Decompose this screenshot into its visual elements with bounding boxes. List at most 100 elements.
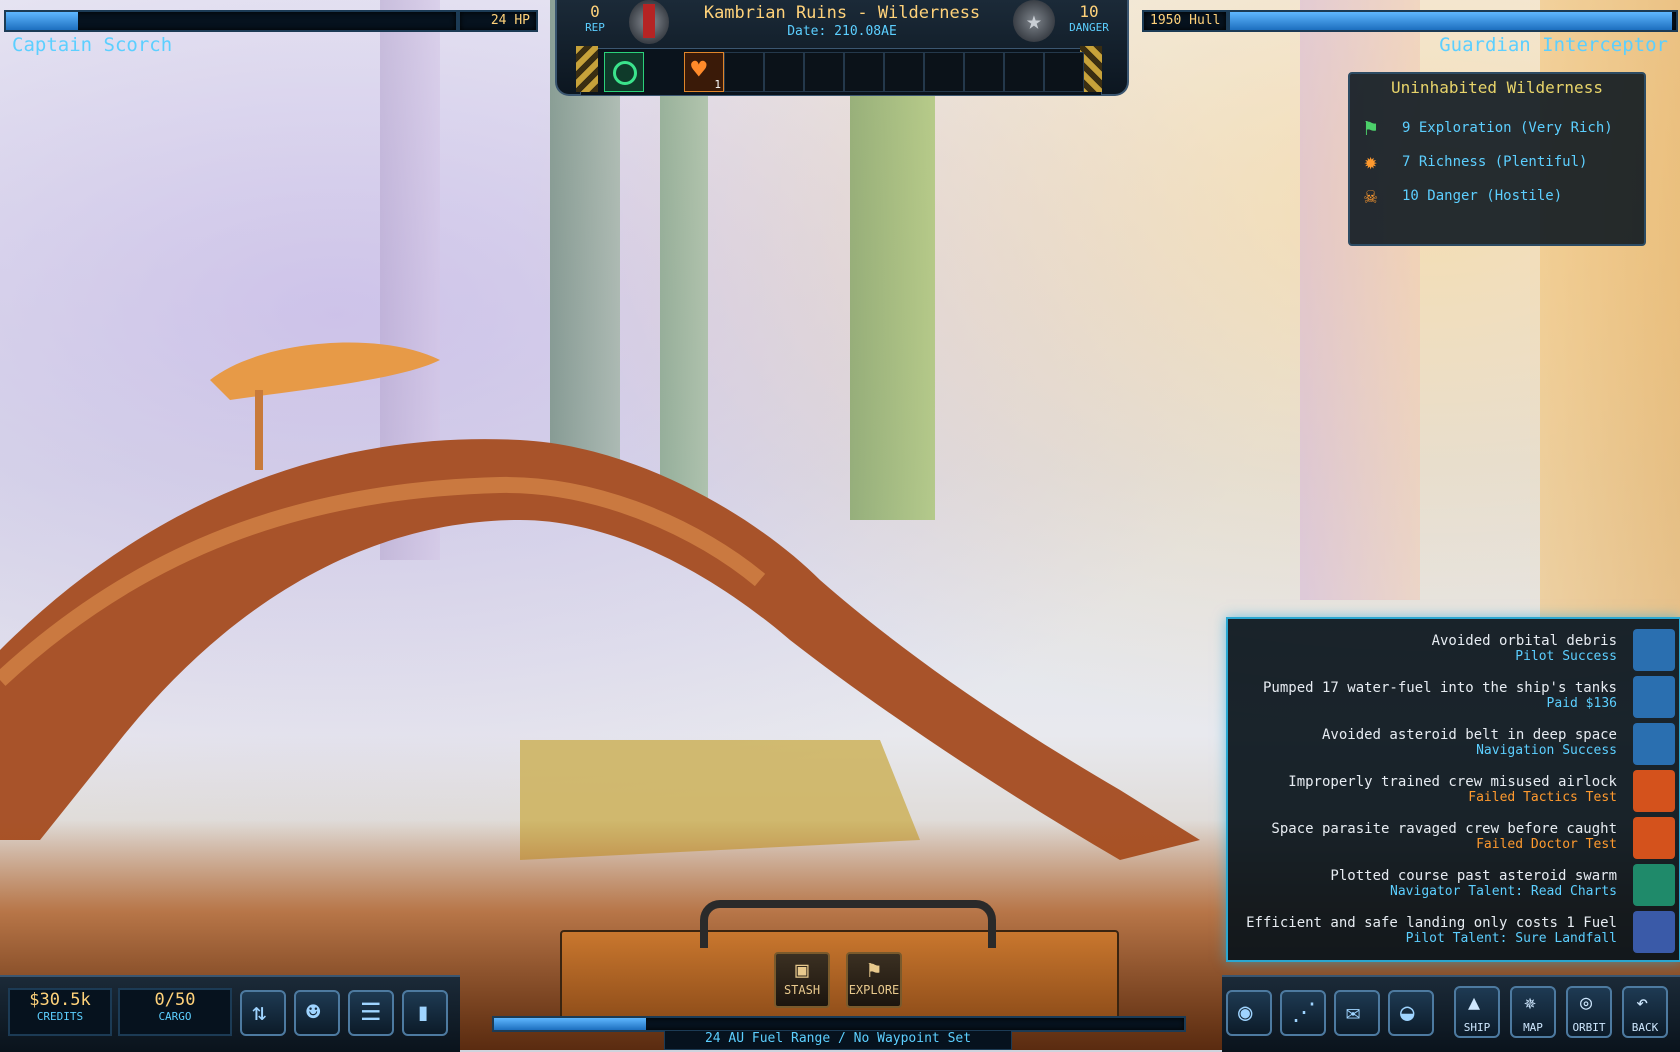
event-log[interactable]: Avoided orbital debris Pilot Success Pum… [1226, 617, 1680, 962]
danger-star-icon: ★ [1013, 0, 1055, 42]
rep-label: REP [585, 21, 605, 34]
ship-name: Guardian Interceptor [1439, 34, 1668, 56]
globe-icon: ◉ [1238, 998, 1253, 1026]
explore-button[interactable]: ⚑ EXPLORE [846, 952, 902, 1008]
fallen-tree [0, 342, 1200, 860]
stash-button[interactable]: ▣ STASH [774, 952, 830, 1008]
info-text: 9 Exploration (Very Rich) [1402, 120, 1613, 136]
rep-value: 0 [590, 2, 600, 21]
comms-button[interactable]: ☰ [348, 990, 394, 1036]
ship-button[interactable]: ▲ SHIP [1454, 986, 1500, 1038]
log-title: Space parasite ravaged crew before caugh… [1271, 821, 1617, 837]
back-button[interactable]: ↶ BACK [1622, 986, 1668, 1038]
empty-slot[interactable] [804, 52, 844, 92]
empty-slot[interactable] [1044, 52, 1084, 92]
credits-box: $30.5k CREDITS [8, 988, 112, 1036]
info-text: 10 Danger (Hostile) [1402, 188, 1563, 204]
credits-value: $30.5k [29, 990, 91, 1010]
skills-button[interactable]: ⋰ [1280, 990, 1326, 1036]
log-entry: Space parasite ravaged crew before caugh… [1271, 821, 1617, 852]
log-title: Improperly trained crew misused airlock [1288, 774, 1617, 790]
exploration-flag-icon: ⚑ [1364, 116, 1378, 141]
explore-flag-icon: ⚑ [867, 958, 881, 983]
helmet-icon: ◒ [1400, 998, 1415, 1026]
planet-button[interactable]: ◉ [1226, 990, 1272, 1036]
slot-bracket-left [576, 46, 598, 92]
location-title: Kambrian Ruins - Wilderness [703, 3, 981, 23]
stash-label: STASH [783, 983, 821, 997]
effect-count: 1 [714, 78, 721, 91]
empty-slot[interactable] [884, 52, 924, 92]
captain-name: Captain Scorch [12, 34, 173, 56]
empty-slot[interactable] [844, 52, 884, 92]
danger-skull-icon: ☠ [1364, 184, 1378, 209]
explore-label: EXPLORE [848, 983, 900, 997]
chest-icon: ▣ [795, 958, 809, 983]
log-entry: Plotted course past asteroid swarm Navig… [1330, 868, 1617, 899]
hp-bar [4, 10, 458, 32]
map-button[interactable]: ✵ MAP [1510, 986, 1556, 1038]
status-effect-scan[interactable] [604, 52, 644, 92]
bookmark-button[interactable]: ▮ [402, 990, 448, 1036]
empty-slot[interactable] [1004, 52, 1044, 92]
hull-bar [1228, 10, 1678, 32]
orbit-icon: ◎ [1580, 990, 1593, 1014]
hull-label-box: 1950 Hull [1142, 10, 1228, 32]
trade-button[interactable]: ⇅ [240, 990, 286, 1036]
status-effect-heart[interactable]: ♥ 1 [684, 52, 724, 92]
back-label: BACK [1631, 1021, 1659, 1034]
captain-button[interactable]: ◒ [1388, 990, 1434, 1036]
doctor-cross-icon [1633, 817, 1675, 859]
credits-label: CREDITS [36, 1010, 84, 1023]
empty-slot[interactable] [724, 52, 764, 92]
log-entry: Pumped 17 water-fuel into the ship's tan… [1263, 680, 1617, 711]
empty-slot[interactable] [764, 52, 804, 92]
richness-fire-icon: ✹ [1364, 150, 1378, 175]
log-subtitle: Failed Doctor Test [1476, 837, 1617, 852]
log-subtitle: Navigator Talent: Read Charts [1390, 884, 1617, 899]
log-subtitle: Pilot Talent: Sure Landfall [1405, 931, 1617, 946]
crew-button[interactable]: ☻ [294, 990, 340, 1036]
chat-button[interactable]: ✉ [1334, 990, 1380, 1036]
cargo-label: CARGO [158, 1010, 192, 1023]
empty-slot[interactable] [964, 52, 1004, 92]
pilot-wings-icon [1633, 629, 1675, 671]
scan-icon [613, 61, 637, 85]
fuel-range-text: 24 AU Fuel Range / No Waypoint Set [664, 1030, 1012, 1050]
comms-icon: ☰ [360, 998, 382, 1026]
log-title: Avoided orbital debris [1431, 633, 1617, 649]
log-entry: Improperly trained crew misused airlock … [1288, 774, 1617, 805]
bookmark-icon: ▮ [416, 998, 431, 1026]
hp-value: 24 HP [490, 13, 530, 28]
log-title: Efficient and safe landing only costs 1 … [1246, 915, 1617, 931]
danger-label: DANGER [1069, 21, 1109, 34]
ship-label: SHIP [1463, 1021, 1491, 1034]
sure-landfall-icon [1633, 911, 1675, 953]
planet-info-panel: Uninhabited Wilderness ⚑ 9 Exploration (… [1348, 72, 1646, 246]
location-date: Date: 210.08AE [787, 24, 897, 39]
heart-icon: ♥ [691, 55, 707, 85]
empty-slot[interactable] [924, 52, 964, 92]
orbit-button[interactable]: ◎ ORBIT [1566, 986, 1612, 1038]
info-text: 7 Richness (Plentiful) [1402, 154, 1588, 170]
hull-bar-fill [1230, 12, 1672, 30]
ship-icon: ▲ [1468, 990, 1481, 1014]
tactics-icon [1633, 770, 1675, 812]
console-handle [700, 900, 996, 948]
fuel-icon [1633, 676, 1675, 718]
chat-icon: ✉ [1346, 998, 1361, 1026]
log-entry: Avoided orbital debris Pilot Success [1432, 633, 1617, 664]
nodes-icon: ⋰ [1292, 998, 1316, 1026]
rep-box: 0 REP [565, 2, 625, 42]
log-entry: Efficient and safe landing only costs 1 … [1246, 915, 1617, 946]
log-subtitle: Paid $136 [1546, 696, 1617, 711]
cargo-value: 0/50 [154, 990, 196, 1010]
danger-value: 10 [1079, 2, 1099, 21]
log-subtitle: Failed Tactics Test [1468, 790, 1617, 805]
planet-info-title: Uninhabited Wilderness [1391, 78, 1603, 97]
log-title: Avoided asteroid belt in deep space [1321, 727, 1617, 743]
crew-icon: ☻ [306, 998, 321, 1026]
log-entry: Avoided asteroid belt in deep space Navi… [1322, 727, 1617, 758]
danger-box: 10 DANGER [1059, 2, 1119, 42]
log-subtitle: Pilot Success [1515, 649, 1617, 664]
